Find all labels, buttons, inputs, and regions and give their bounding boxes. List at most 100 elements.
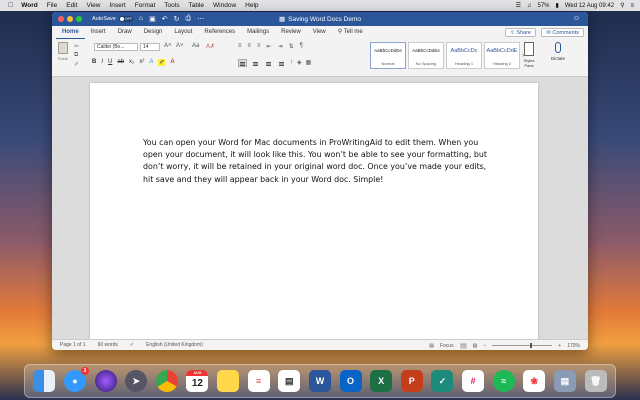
battery-icon[interactable]: ▮ [556, 2, 559, 9]
align-left-icon[interactable] [238, 59, 247, 67]
align-right-icon[interactable] [264, 59, 273, 67]
menu-tools[interactable]: Tools [164, 2, 179, 9]
outlook-icon[interactable]: O [339, 370, 362, 392]
language[interactable]: English (United Kingdom) [146, 342, 203, 348]
web-layout-icon[interactable]: ▤ [473, 343, 478, 349]
notification-center-icon[interactable]: ≡ [630, 3, 634, 9]
font-name-select[interactable]: Calibri (Bo... [94, 43, 138, 51]
align-center-icon[interactable] [251, 59, 260, 67]
menu-edit[interactable]: Edit [66, 2, 77, 9]
siri-icon[interactable] [94, 370, 117, 392]
slack-icon[interactable]: # [462, 370, 485, 392]
underline-icon[interactable]: U [108, 59, 112, 66]
shading-icon[interactable]: ◈ [297, 59, 302, 67]
chrome-icon[interactable] [155, 370, 178, 392]
line-spacing-icon[interactable]: ↕ [290, 59, 293, 67]
style-normal[interactable]: AaBbCcDdEe Normal [370, 42, 406, 69]
zoom-slider[interactable] [492, 343, 553, 348]
document-body-text[interactable]: You can open your Word for Mac documents… [143, 137, 487, 186]
menu-format[interactable]: Format [135, 2, 156, 9]
finder-icon[interactable] [33, 370, 56, 392]
autosave-toggle[interactable]: OFF [118, 16, 133, 22]
menu-table[interactable]: Table [188, 2, 204, 9]
document-page[interactable]: You can open your Word for Mac documents… [90, 83, 538, 343]
focus-label[interactable]: Focus [440, 343, 454, 349]
font-size-select[interactable]: 14 [140, 43, 160, 51]
home-icon[interactable]: ⌂ [139, 15, 143, 23]
prowritingaid-icon[interactable]: ✓ [431, 370, 454, 392]
show-formatting-icon[interactable]: ¶ [300, 43, 303, 50]
reminders-icon[interactable]: ≡ [247, 370, 270, 392]
fullscreen-window-button[interactable] [76, 16, 82, 22]
tab-references[interactable]: References [198, 26, 241, 39]
trash-icon[interactable]: 🗑 [584, 370, 607, 392]
superscript-icon[interactable]: x² [139, 59, 144, 66]
clear-formatting-icon[interactable]: A✗ [206, 43, 215, 50]
wifi-icon[interactable]: ☰ [516, 2, 521, 9]
autosave-control[interactable]: AutoSave OFF [92, 16, 133, 22]
more-icon[interactable]: ⋯ [197, 15, 204, 23]
subscript-icon[interactable]: x₂ [129, 59, 134, 66]
dictate-button[interactable]: Dictate [546, 42, 570, 61]
zoom-in-icon[interactable]: + [558, 343, 561, 349]
italic-icon[interactable]: I [101, 59, 103, 66]
copy-icon[interactable]: ⧉ [74, 52, 78, 59]
save-icon[interactable]: ▣ [149, 15, 156, 23]
menu-app-name[interactable]: Word [21, 2, 38, 9]
tab-draw[interactable]: Draw [112, 26, 138, 39]
increase-indent-icon[interactable]: ⇥ [278, 43, 283, 50]
style-heading-1[interactable]: AaBbCcDc Heading 1 [446, 42, 482, 69]
preview-icon[interactable]: ▤ [278, 370, 301, 392]
battery-percent[interactable]: 57% [537, 3, 549, 9]
close-window-button[interactable] [58, 16, 64, 22]
tab-insert[interactable]: Insert [85, 26, 112, 39]
grow-font-icon[interactable]: A˄ [164, 43, 172, 49]
tab-layout[interactable]: Layout [168, 26, 198, 39]
zoom-level[interactable]: 170% [567, 343, 580, 349]
menu-help[interactable]: Help [245, 2, 258, 9]
text-effects-icon[interactable]: A [149, 59, 153, 66]
tab-design[interactable]: Design [138, 26, 169, 39]
volume-icon[interactable]: ♫ [527, 3, 532, 9]
clock[interactable]: Wed 12 Aug 09:42 [565, 3, 614, 9]
shrink-font-icon[interactable]: A˅ [176, 43, 184, 49]
account-icon[interactable]: ☺ [573, 15, 580, 22]
cut-icon[interactable]: ✂ [74, 43, 79, 50]
styles-pane-button[interactable]: Styles Pane [520, 42, 538, 68]
highlight-icon[interactable]: ✐ [158, 59, 166, 66]
numbering-icon[interactable]: ≡ [248, 43, 252, 50]
bold-icon[interactable]: B [92, 59, 96, 66]
focus-icon[interactable]: ▤ [429, 343, 434, 349]
multilevel-list-icon[interactable]: ≡ [257, 43, 261, 50]
airmail-icon[interactable]: ❀ [523, 370, 546, 392]
justify-icon[interactable] [277, 59, 286, 67]
calendar-icon[interactable]: AUG 12 [186, 370, 209, 392]
print-icon[interactable]: ⎙ [185, 15, 191, 23]
style-no-spacing[interactable]: AaBbCcDdEe No Spacing [408, 42, 444, 69]
style-heading-2[interactable]: AaBbCcDdE Heading 2 [484, 42, 520, 69]
menu-view[interactable]: View [86, 2, 100, 9]
proofing-icon[interactable]: ✓ [130, 342, 134, 348]
print-layout-icon[interactable]: □ [459, 342, 467, 349]
zoom-out-icon[interactable]: − [483, 343, 486, 349]
tab-review[interactable]: Review [275, 26, 307, 39]
undo-icon[interactable]: ↶ [162, 15, 168, 23]
apple-icon[interactable]:  [8, 2, 13, 9]
menu-file[interactable]: File [47, 2, 57, 9]
change-case-icon[interactable]: Aa [192, 43, 199, 49]
image-capture-icon[interactable]: ▤ [553, 370, 576, 392]
menu-insert[interactable]: Insert [109, 2, 125, 9]
tab-view[interactable]: View [307, 26, 332, 39]
menu-window[interactable]: Window [213, 2, 236, 9]
strikethrough-icon[interactable]: ab [117, 59, 124, 66]
comments-button[interactable]: ✉ Comments [541, 28, 584, 37]
launchpad-icon[interactable]: ➤ [125, 370, 148, 392]
word-count[interactable]: 60 words [98, 342, 118, 348]
word-icon[interactable]: W [308, 370, 331, 392]
search-icon[interactable]: ⚲ [620, 2, 624, 9]
sort-icon[interactable]: ⇅ [289, 43, 294, 50]
messages-icon[interactable]: ● 3 [63, 367, 89, 392]
bullets-icon[interactable]: ≡ [238, 43, 242, 50]
redo-icon[interactable]: ↻ [174, 15, 180, 23]
tell-me-search[interactable]: ⚲ Tell me [332, 26, 369, 39]
